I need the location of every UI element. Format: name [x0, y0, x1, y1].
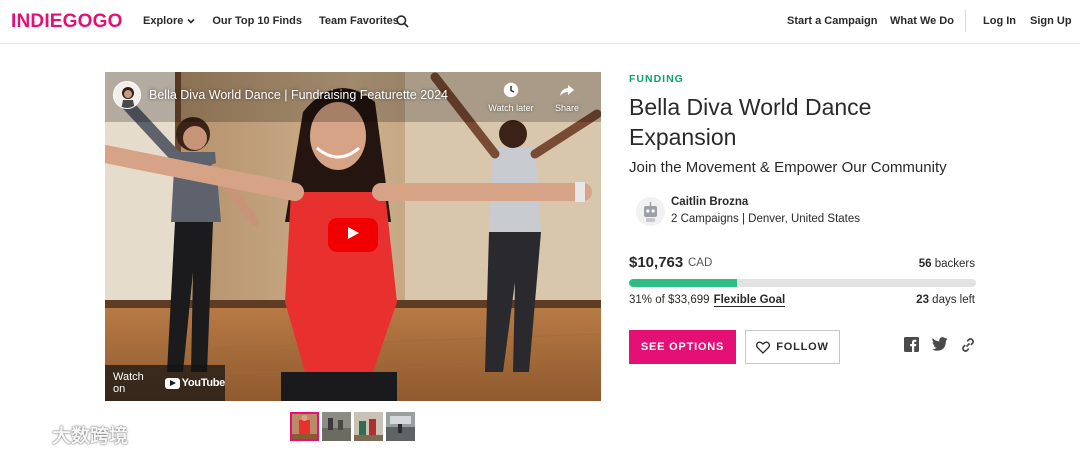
watermark: 大数跨境 [10, 421, 128, 448]
youtube-wordmark: YouTube [181, 377, 226, 389]
campaign-status: FUNDING [629, 73, 684, 85]
nav-divider [965, 10, 966, 32]
nav-start-campaign[interactable]: Start a Campaign [787, 15, 877, 27]
share-video-label: Share [554, 103, 580, 113]
play-icon [346, 226, 360, 245]
signup-link[interactable]: Sign Up [1030, 15, 1072, 27]
share-video-button[interactable]: Share [539, 82, 595, 113]
search-icon[interactable] [396, 15, 409, 33]
nav-explore-label: Explore [143, 15, 184, 27]
funding-progress-bar [629, 279, 976, 287]
owner-meta: 2 Campaigns | Denver, United States [671, 213, 861, 225]
heart-icon [756, 341, 771, 354]
backers-number: 56 [918, 258, 932, 270]
nav-team-favorites[interactable]: Team Favorites [319, 15, 399, 27]
currency-label: CAD [688, 257, 713, 269]
campaign-title: Bella Diva World Dance Expansion [629, 94, 872, 150]
share-arrow-icon [539, 82, 595, 100]
youtube-logo: YouTube [164, 377, 226, 389]
amount-raised: $10,763 [629, 254, 684, 271]
clock-icon [483, 82, 539, 100]
days-left-label: days left [932, 294, 975, 306]
thumbnail-3[interactable] [354, 412, 383, 441]
thumbnail-4[interactable] [386, 412, 415, 441]
indiegogo-logo[interactable]: INDIEGOGO [11, 11, 123, 33]
nav-explore[interactable]: Explore [143, 15, 195, 27]
watermark-text: 大数跨境 [52, 426, 129, 447]
owner-name[interactable]: Caitlin Brozna [671, 196, 748, 208]
flexible-goal-link[interactable]: Flexible Goal [713, 294, 786, 307]
follow-button[interactable]: FOLLOW [745, 330, 840, 364]
facebook-icon[interactable] [904, 337, 919, 357]
backers-label: backers [934, 258, 975, 270]
campaign-video[interactable]: Bella Diva World Dance | Fundraising Fea… [105, 72, 601, 401]
goal-info: 31% of $33,699 Flexible Goal [629, 294, 786, 307]
funding-progress-fill [629, 279, 737, 287]
media-thumbnails [290, 412, 418, 441]
campaign-tagline: Join the Movement & Empower Our Communit… [629, 159, 947, 176]
chevron-down-icon [187, 15, 195, 27]
see-options-button[interactable]: SEE OPTIONS [629, 330, 736, 364]
watch-on-label: Watch on [113, 371, 144, 395]
owner-avatar[interactable] [636, 197, 665, 226]
channel-avatar[interactable] [113, 81, 141, 109]
play-button[interactable] [328, 218, 378, 252]
watermark-logo-icon [11, 424, 45, 443]
login-link[interactable]: Log In [983, 15, 1016, 27]
thumbnail-2[interactable] [322, 412, 351, 441]
goal-percent-text: 31% of $33,699 [629, 294, 710, 306]
follow-label: FOLLOW [776, 341, 829, 353]
site-header: INDIEGOGO Explore Our Top 10 Finds Team … [0, 0, 1080, 44]
twitter-icon[interactable] [932, 337, 948, 356]
days-left: 23 days left [916, 294, 975, 306]
watch-later-label: Watch later [488, 103, 534, 113]
youtube-play-icon [164, 377, 180, 389]
nav-what-we-do[interactable]: What We Do [890, 15, 954, 27]
primary-nav: Explore Our Top 10 Finds Team Favorites [143, 15, 416, 27]
backers-count: 56 backers [919, 258, 975, 270]
watch-later-button[interactable]: Watch later [483, 82, 539, 113]
nav-top-10-finds[interactable]: Our Top 10 Finds [212, 15, 302, 27]
thumbnail-1[interactable] [290, 412, 319, 441]
watch-on-youtube-button[interactable]: Watch on YouTube [105, 365, 225, 401]
video-title[interactable]: Bella Diva World Dance | Fundraising Fea… [149, 88, 448, 102]
days-left-number: 23 [916, 294, 929, 306]
robot-avatar-icon [636, 197, 665, 226]
copy-link-icon[interactable] [960, 337, 976, 358]
